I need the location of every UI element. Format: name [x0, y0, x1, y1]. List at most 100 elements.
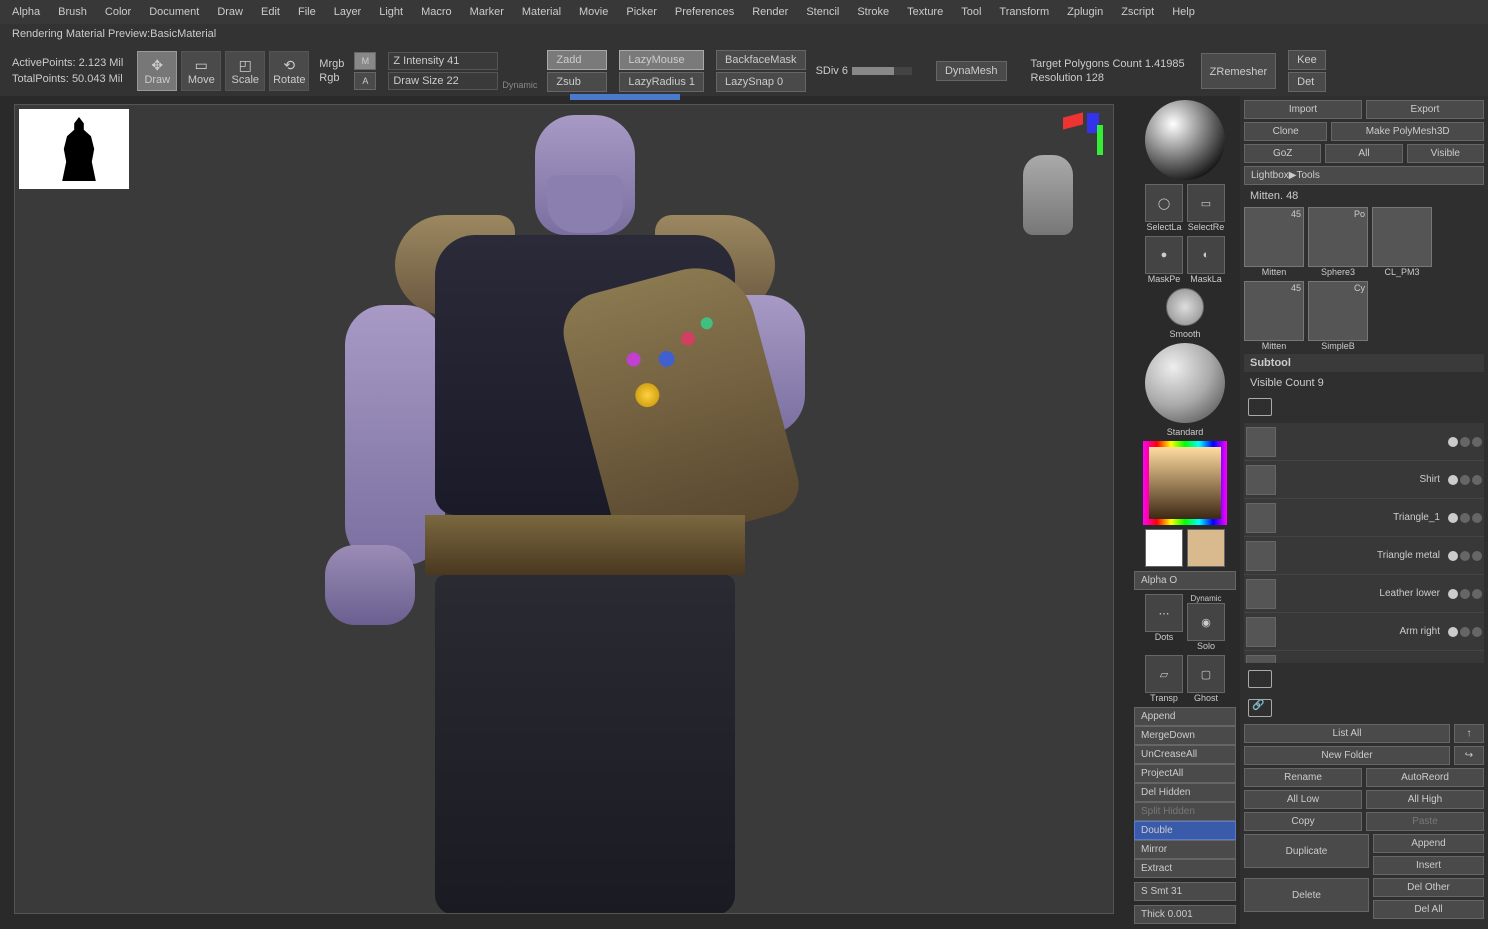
alpha-button[interactable]: Alpha O [1134, 571, 1236, 590]
menu-document[interactable]: Document [149, 6, 199, 18]
move-tool-button[interactable]: ▭Move [181, 51, 221, 91]
sdiv-slider[interactable] [852, 67, 912, 75]
rotate-tool-button[interactable]: ⟲Rotate [269, 51, 309, 91]
menu-draw[interactable]: Draw [217, 6, 243, 18]
autoreorder-button[interactable]: AutoReord [1366, 768, 1484, 787]
select-rect-button[interactable]: ▭ [1187, 184, 1225, 222]
folder-icon[interactable] [1248, 398, 1272, 416]
mesh-toggle[interactable] [1472, 551, 1482, 561]
subtool-item[interactable]: Shirt [1244, 461, 1484, 499]
all-high-button[interactable]: All High [1366, 790, 1484, 809]
import-button[interactable]: Import [1244, 100, 1362, 119]
mask-pen-button[interactable]: ● [1145, 236, 1183, 274]
menu-zscript[interactable]: Zscript [1121, 6, 1154, 18]
det-button[interactable]: Det [1288, 72, 1326, 92]
dynamesh-button[interactable]: DynaMesh [936, 61, 1007, 81]
alpha-thumbnail[interactable] [19, 109, 129, 189]
menu-preferences[interactable]: Preferences [675, 6, 734, 18]
paint-toggle[interactable] [1460, 627, 1470, 637]
subtool-section-header[interactable]: Subtool [1244, 354, 1484, 372]
subtool-item[interactable] [1244, 423, 1484, 461]
paint-toggle[interactable] [1460, 513, 1470, 523]
visibility-toggle[interactable] [1448, 437, 1458, 447]
rename-button[interactable]: Rename [1244, 768, 1362, 787]
append-button[interactable]: Append [1373, 834, 1484, 853]
subtool-item[interactable]: Triangle metal [1244, 537, 1484, 575]
solo-button[interactable]: ◉ [1187, 603, 1225, 641]
menu-brush[interactable]: Brush [58, 6, 87, 18]
delete-button[interactable]: Delete [1244, 878, 1369, 912]
zremesher-button[interactable]: ZRemesher [1201, 53, 1276, 89]
del-all-button[interactable]: Del All [1373, 900, 1484, 919]
mesh-toggle[interactable] [1472, 475, 1482, 485]
subtool-item[interactable]: Leather lower [1244, 575, 1484, 613]
tool-thumb-simpleb[interactable]: Cy [1308, 281, 1368, 341]
goz-visible-button[interactable]: Visible [1407, 144, 1484, 163]
duplicate-button[interactable]: Duplicate [1244, 834, 1369, 868]
lightbox-tools-button[interactable]: Lightbox▶Tools [1244, 166, 1484, 185]
menu-alpha[interactable]: Alpha [12, 6, 40, 18]
append-button[interactable]: Append [1134, 707, 1236, 726]
zsub-button[interactable]: Zsub [547, 72, 607, 92]
insert-button[interactable]: Insert [1373, 856, 1484, 875]
paste-button[interactable]: Paste [1366, 812, 1484, 831]
export-button[interactable]: Export [1366, 100, 1484, 119]
primary-color-swatch[interactable] [1187, 529, 1225, 567]
menu-transform[interactable]: Transform [999, 6, 1049, 18]
menu-color[interactable]: Color [105, 6, 131, 18]
menu-edit[interactable]: Edit [261, 6, 280, 18]
mask-lasso-button[interactable]: ◐ [1187, 236, 1225, 274]
up-arrow-button[interactable]: ↑ [1454, 724, 1484, 743]
visibility-toggle[interactable] [1448, 475, 1458, 485]
viewport-canvas[interactable] [14, 104, 1114, 914]
mesh-toggle[interactable] [1472, 627, 1482, 637]
projectall-button[interactable]: ProjectAll [1134, 764, 1236, 783]
goz-button[interactable]: GoZ [1244, 144, 1321, 163]
menu-stroke[interactable]: Stroke [857, 6, 889, 18]
folder-icon[interactable] [1248, 670, 1272, 688]
ghost-button[interactable]: ▢ [1187, 655, 1225, 693]
thick-slider[interactable]: Thick 0.001 [1134, 905, 1236, 924]
menu-render[interactable]: Render [752, 6, 788, 18]
backfacemask-button[interactable]: BackfaceMask [716, 50, 806, 70]
menu-zplugin[interactable]: Zplugin [1067, 6, 1103, 18]
transp-button[interactable]: ▱ [1145, 655, 1183, 693]
menu-stencil[interactable]: Stencil [806, 6, 839, 18]
smooth-brush-button[interactable] [1166, 288, 1204, 326]
double-button[interactable]: Double [1134, 821, 1236, 840]
folder-link-icon[interactable]: 🔗 [1248, 699, 1272, 717]
menu-movie[interactable]: Movie [579, 6, 608, 18]
subtool-item[interactable]: Arm right [1244, 613, 1484, 651]
camera-head-reference[interactable] [1023, 155, 1073, 235]
secondary-color-swatch[interactable] [1145, 529, 1183, 567]
visibility-toggle[interactable] [1448, 513, 1458, 523]
scale-tool-button[interactable]: ◰Scale [225, 51, 265, 91]
mesh-toggle[interactable] [1472, 437, 1482, 447]
kee-button[interactable]: Kee [1288, 50, 1326, 70]
menu-tool[interactable]: Tool [961, 6, 981, 18]
del-other-button[interactable]: Del Other [1373, 878, 1484, 897]
select-lasso-button[interactable]: ◯ [1145, 184, 1183, 222]
clone-button[interactable]: Clone [1244, 122, 1327, 141]
m-mode-button[interactable]: M [354, 52, 376, 70]
make-polymesh-button[interactable]: Make PolyMesh3D [1331, 122, 1484, 141]
lazysnap-slider[interactable]: LazySnap 0 [716, 72, 806, 92]
subtool-item[interactable]: Triangle_1 [1244, 499, 1484, 537]
tool-thumb-cl_pm3[interactable] [1372, 207, 1432, 267]
color-picker[interactable] [1143, 441, 1227, 525]
paint-toggle[interactable] [1460, 437, 1470, 447]
list-all-button[interactable]: List All [1244, 724, 1450, 743]
menu-layer[interactable]: Layer [334, 6, 362, 18]
s-smt-slider[interactable]: S Smt 31 [1134, 882, 1236, 901]
stroke-dots-button[interactable]: ⋯ [1145, 594, 1183, 632]
visibility-toggle[interactable] [1448, 627, 1458, 637]
material-preview-sphere[interactable] [1145, 100, 1225, 180]
visibility-toggle[interactable] [1448, 551, 1458, 561]
uncreaseall-button[interactable]: UnCreaseAll [1134, 745, 1236, 764]
subtool-item[interactable]: Arm left [1244, 651, 1484, 663]
tool-thumb-sphere3[interactable]: Po [1308, 207, 1368, 267]
menu-help[interactable]: Help [1172, 6, 1195, 18]
menu-material[interactable]: Material [522, 6, 561, 18]
new-folder-button[interactable]: New Folder [1244, 746, 1450, 765]
draw-size-slider[interactable]: Draw Size 22 [388, 72, 498, 90]
